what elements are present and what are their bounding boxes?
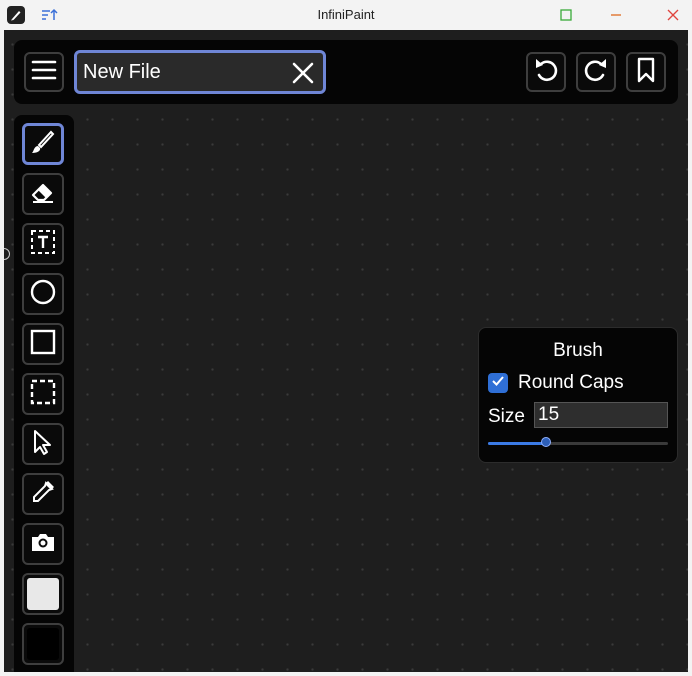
- redo-icon: [583, 56, 609, 89]
- panel-title: Brush: [553, 340, 603, 361]
- resize-handle[interactable]: [4, 248, 10, 260]
- camera-icon: [29, 528, 57, 561]
- eraser-icon: [29, 178, 57, 211]
- camera-tool-button[interactable]: [22, 523, 64, 565]
- slider-fill: [488, 442, 546, 445]
- primary-color-swatch[interactable]: [22, 573, 64, 615]
- window-title: InfiniPaint: [317, 7, 375, 22]
- pointer-tool-button[interactable]: [22, 423, 64, 465]
- pointer-icon: [29, 428, 57, 461]
- filename-field[interactable]: [74, 50, 326, 94]
- undo-button[interactable]: [526, 52, 566, 92]
- tool-sidebar: [14, 115, 74, 672]
- checkmark-icon: [491, 374, 505, 393]
- filename-input[interactable]: [83, 59, 283, 85]
- size-input[interactable]: [534, 402, 668, 428]
- eraser-tool-button[interactable]: [22, 173, 64, 215]
- close-button[interactable]: [662, 4, 684, 26]
- circle-icon: [29, 278, 57, 311]
- rectangle-icon: [29, 328, 57, 361]
- slider-thumb[interactable]: [540, 437, 551, 447]
- text-box-icon: [29, 228, 57, 261]
- eyedropper-icon: [29, 478, 57, 511]
- selection-tool-button[interactable]: [22, 373, 64, 415]
- redo-button[interactable]: [576, 52, 616, 92]
- primary-color-fill: [27, 578, 59, 610]
- minimize-button[interactable]: [605, 4, 627, 26]
- title-bar: InfiniPaint: [0, 0, 692, 30]
- top-bar: [14, 40, 678, 104]
- secondary-color-fill: [27, 628, 59, 660]
- menu-button[interactable]: [24, 52, 64, 92]
- rectangle-tool-button[interactable]: [22, 323, 64, 365]
- hamburger-menu-icon: [31, 59, 57, 86]
- brush-tool-button[interactable]: [22, 123, 64, 165]
- undo-icon: [533, 56, 559, 89]
- eyedropper-tool-button[interactable]: [22, 473, 64, 515]
- brush-icon: [29, 128, 57, 161]
- size-slider[interactable]: [488, 437, 668, 448]
- text-tool-button[interactable]: [22, 223, 64, 265]
- round-caps-label: Round Caps: [518, 372, 624, 393]
- canvas[interactable]: Brush Round Caps Size: [4, 30, 688, 672]
- bookmark-icon: [635, 57, 657, 88]
- secondary-color-swatch[interactable]: [22, 623, 64, 665]
- round-caps-checkbox[interactable]: [488, 373, 508, 393]
- bookmark-button[interactable]: [626, 52, 666, 92]
- close-x-icon[interactable]: [291, 61, 315, 85]
- maximize-button[interactable]: [555, 4, 577, 26]
- brush-settings-panel: Brush Round Caps Size: [478, 327, 678, 463]
- circle-tool-button[interactable]: [22, 273, 64, 315]
- selection-icon: [29, 378, 57, 411]
- size-label: Size: [488, 406, 525, 427]
